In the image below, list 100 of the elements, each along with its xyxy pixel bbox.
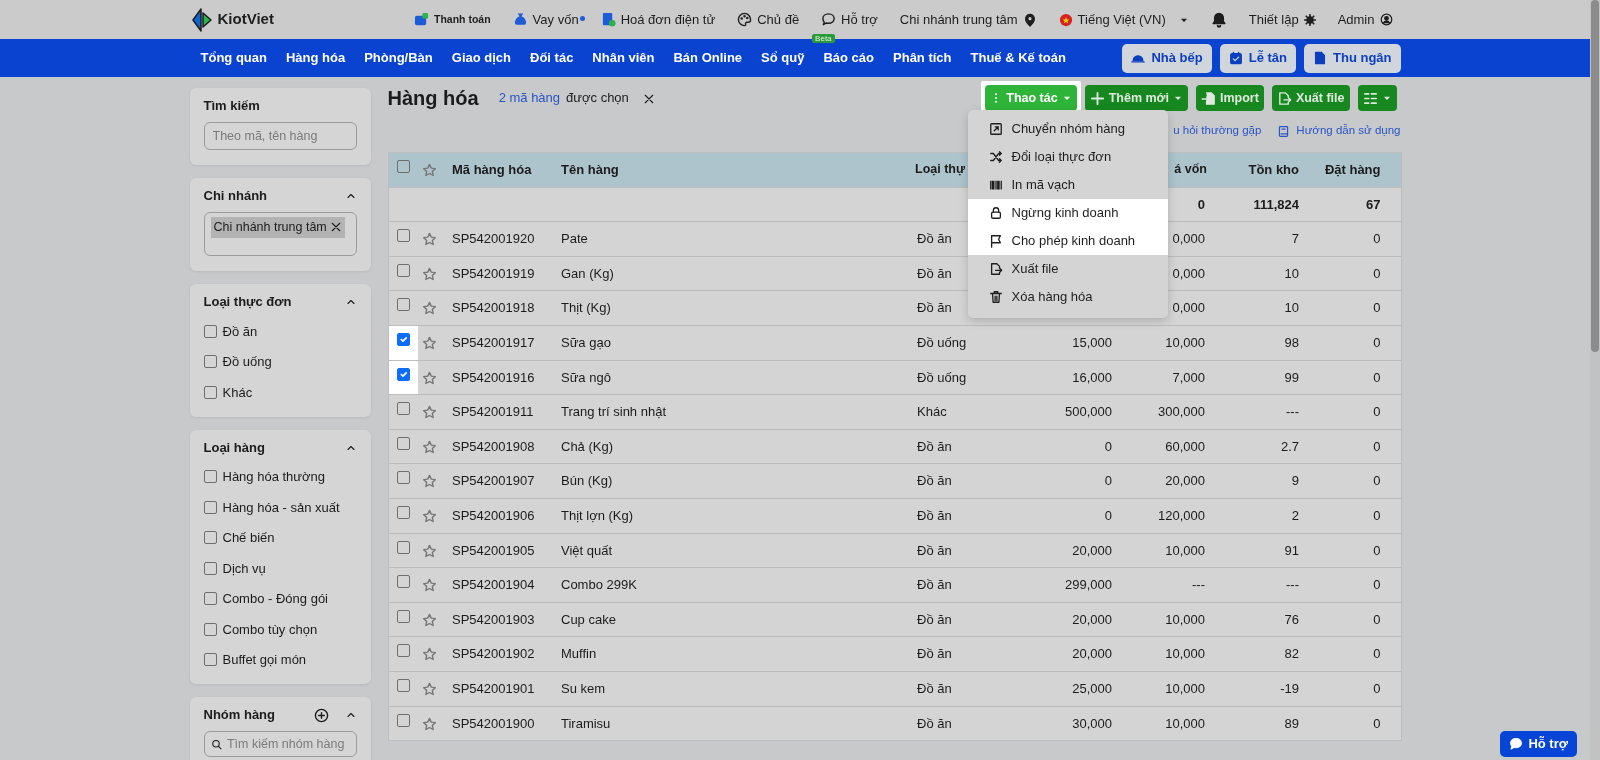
nav-link[interactable]: Phòng/Bàn (364, 48, 433, 68)
filter-checkbox[interactable] (203, 622, 217, 636)
star-icon[interactable] (422, 578, 437, 594)
star-icon[interactable] (422, 336, 437, 352)
nav-action-button[interactable]: Thu ngân (1304, 43, 1401, 73)
nav-link[interactable]: Tổng quan (200, 48, 267, 68)
scrollbar-thumb[interactable] (1591, 0, 1599, 352)
toolbar-button[interactable]: Import (1196, 85, 1264, 111)
star-icon[interactable] (422, 370, 437, 386)
star-icon[interactable] (422, 716, 437, 732)
filter-checkbox[interactable] (203, 592, 217, 606)
filter-checkbox[interactable] (203, 355, 217, 369)
toolbar-button[interactable]: Thêm mới (1084, 85, 1188, 111)
nav-link[interactable]: Đối tác (530, 48, 574, 68)
nav-link[interactable]: Phân tích (893, 48, 952, 68)
row-checkbox[interactable] (396, 229, 410, 243)
user-menu[interactable]: Admin (1337, 9, 1393, 30)
table-cell: 30,000 (1072, 715, 1112, 731)
table-cell: 7,000 (1172, 369, 1205, 385)
nav-action-button[interactable]: Lễ tân (1219, 43, 1296, 73)
select-all-checkbox[interactable] (396, 160, 410, 174)
tag-field[interactable]: Chi nhánh trung tâm (203, 212, 357, 256)
star-icon[interactable] (422, 266, 437, 282)
topbar-link[interactable]: Vay vốn (512, 9, 579, 30)
topbar-link[interactable]: Thanh toán (414, 11, 491, 28)
branch-tag[interactable]: Chi nhánh trung tâm (210, 217, 345, 238)
help-link[interactable]: u hỏi thường gặp (1173, 122, 1262, 140)
row-checkbox[interactable] (396, 644, 410, 658)
topbar-link[interactable]: Hỗ trợ (821, 9, 878, 30)
nav-link[interactable]: Thuế & Kế toán (970, 48, 1066, 68)
selected-count-link[interactable]: 2 mã hàng (498, 88, 561, 108)
table-cell: 0 (1104, 473, 1112, 489)
search-field[interactable]: Theo mã, tên hàng (203, 122, 357, 150)
row-checkbox[interactable] (396, 609, 410, 623)
topbar-link[interactable]: Hoá đơn điện tử (600, 9, 716, 30)
nav-link[interactable]: Hàng hóa (285, 48, 346, 68)
branch-selector[interactable]: Chi nhánh trung tâm (899, 9, 1037, 30)
star-icon[interactable] (422, 612, 437, 628)
topbar-link[interactable]: Chủ đề (737, 9, 800, 30)
star-icon[interactable] (422, 474, 437, 490)
nav-link[interactable]: Bán Online (673, 48, 743, 68)
star-icon[interactable] (422, 405, 437, 421)
row-checkbox[interactable] (396, 402, 410, 416)
menu-item[interactable]: Cho phép kinh doanh (967, 227, 1168, 255)
filter-checkbox[interactable] (203, 531, 217, 545)
row-checkbox[interactable] (396, 540, 410, 554)
row-checkbox[interactable] (396, 333, 410, 346)
table-cell: 15,000 (1072, 335, 1112, 350)
row-checkbox[interactable] (396, 298, 410, 312)
table-cell: 2 (1291, 508, 1299, 523)
filter-checkbox[interactable] (203, 500, 217, 514)
nav-link[interactable]: Báo cáo (823, 48, 875, 68)
star-icon[interactable] (422, 647, 437, 663)
nav-link[interactable]: Giao dịch (451, 48, 511, 68)
row-checkbox[interactable] (396, 471, 410, 485)
star-icon[interactable] (422, 682, 437, 697)
star-icon[interactable] (422, 232, 437, 248)
star-icon[interactable] (422, 439, 437, 455)
toolbar-button[interactable]: Xuất file (1271, 85, 1350, 111)
menu-item[interactable]: Xuất file (967, 255, 1168, 283)
star-icon[interactable] (422, 163, 437, 179)
row-checkbox[interactable] (396, 367, 410, 381)
row-checkbox[interactable] (396, 436, 410, 450)
add-icon[interactable] (313, 707, 329, 723)
row-checkbox[interactable] (396, 575, 410, 589)
filter-checkbox[interactable] (203, 561, 217, 575)
star-icon[interactable] (422, 301, 437, 317)
search-field[interactable]: Tìm kiếm nhóm hàng (203, 731, 357, 757)
menu-item[interactable]: Ngừng kinh doanh (967, 199, 1168, 227)
table-cell: SP542001902 (452, 646, 535, 662)
nav-action-button[interactable]: Nhà bếp (1122, 43, 1212, 73)
star-icon[interactable] (422, 543, 437, 559)
language-dropdown[interactable]: Tiếng Việt (VN) (1058, 9, 1189, 30)
column-header[interactable]: á vốn (1174, 162, 1207, 177)
row-checkbox[interactable] (396, 263, 410, 277)
row-checkbox[interactable] (396, 506, 410, 519)
column-toggle-button[interactable] (1357, 85, 1397, 111)
filter-checkbox[interactable] (203, 324, 217, 338)
menu-item[interactable]: Xóa hàng hóa (967, 283, 1168, 311)
row-checkbox[interactable] (396, 713, 410, 727)
nav-link[interactable]: Nhân viên (592, 48, 655, 68)
row-checkbox[interactable] (396, 678, 410, 692)
menu-item[interactable]: Chuyển nhóm hàng (967, 115, 1168, 143)
nav-link[interactable]: Sổ quỹ (761, 48, 805, 68)
close-icon[interactable] (642, 92, 655, 105)
filter-checkbox[interactable] (203, 653, 217, 667)
table-cell: 25,000 (1072, 680, 1112, 696)
table-cell: Đồ uống (917, 335, 967, 350)
menu-item[interactable]: Đổi loại thực đơn (967, 143, 1168, 171)
book-icon (1277, 124, 1291, 138)
support-button[interactable]: Hỗ trợ (1500, 731, 1577, 757)
settings-link[interactable]: Thiết lập (1248, 9, 1316, 30)
menu-item[interactable]: In mã vạch (967, 171, 1168, 199)
table-cell: SP542001918 (452, 300, 535, 316)
help-link[interactable]: Hướng dẫn sử dụng (1277, 122, 1401, 140)
filter-checkbox[interactable] (203, 385, 217, 399)
filter-checkbox[interactable] (203, 470, 217, 484)
scrollbar[interactable] (1590, 0, 1600, 760)
star-icon[interactable] (422, 509, 437, 525)
column-header[interactable]: Tên hàng (561, 162, 619, 178)
